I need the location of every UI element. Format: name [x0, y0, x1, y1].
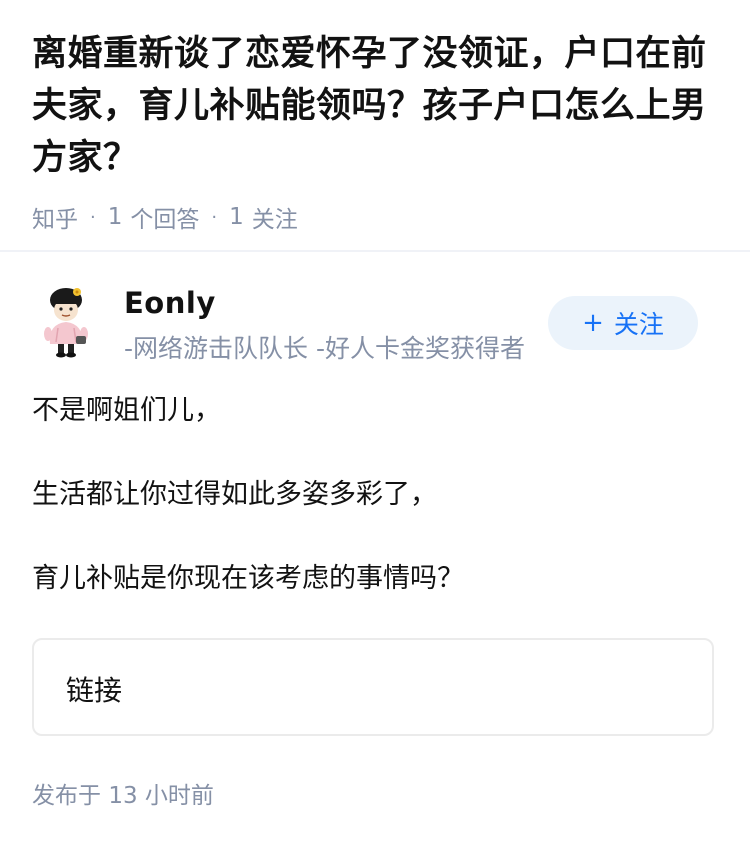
answer-paragraph: 育儿补贴是你现在该考虑的事情吗？: [32, 563, 464, 594]
answer-paragraph: 生活都让你过得如此多姿多彩了，: [32, 479, 437, 510]
question-title[interactable]: 离婚重新谈了恋爱怀孕了没领证，户口在前夫家，育儿补贴能领吗？孩子户口怎么上男方家…: [32, 28, 718, 184]
answers-label: 个回答: [130, 207, 200, 233]
publish-prefix: 发布于: [32, 783, 101, 809]
link-card-label: 链接: [66, 674, 123, 707]
link-card[interactable]: 链接: [32, 638, 714, 736]
meta-separator: ·: [90, 206, 96, 228]
follow-button-label: 关注: [613, 310, 664, 339]
question-header: 离婚重新谈了恋爱怀孕了没领证，户口在前夫家，育儿补贴能领吗？孩子户口怎么上男方家…: [0, 0, 750, 234]
followers-count: 1: [229, 204, 244, 230]
author-name[interactable]: Eonly: [124, 286, 216, 320]
author-bio: -网络游击队队长 -好人卡金奖获得者: [124, 334, 525, 363]
author-row: Eonly -网络游击队队长 -好人卡金奖获得者 + 关注: [0, 252, 750, 370]
answer-card: Eonly -网络游击队队长 -好人卡金奖获得者 + 关注 不是啊姐们儿， 生活…: [0, 252, 750, 809]
plus-icon: +: [582, 308, 604, 338]
followers-label: 关注: [251, 207, 298, 233]
source-label[interactable]: 知乎: [32, 200, 78, 234]
meta-separator: ·: [211, 206, 218, 228]
answers-count: 1: [107, 204, 123, 230]
cartoon-avatar-icon[interactable]: [36, 286, 96, 358]
publish-time: 发布于 13 小时前: [32, 776, 214, 810]
answer-content: 不是啊姐们儿， 生活都让你过得如此多姿多彩了， 育儿补贴是你现在该考虑的事情吗？: [0, 370, 750, 598]
question-meta: 知乎 · 1 个回答 · 1 关注: [32, 200, 718, 234]
answer-paragraph: 不是啊姐们儿，: [32, 395, 221, 426]
publish-time-value: 13 小时前: [108, 783, 214, 809]
follow-button[interactable]: + 关注: [548, 296, 698, 350]
